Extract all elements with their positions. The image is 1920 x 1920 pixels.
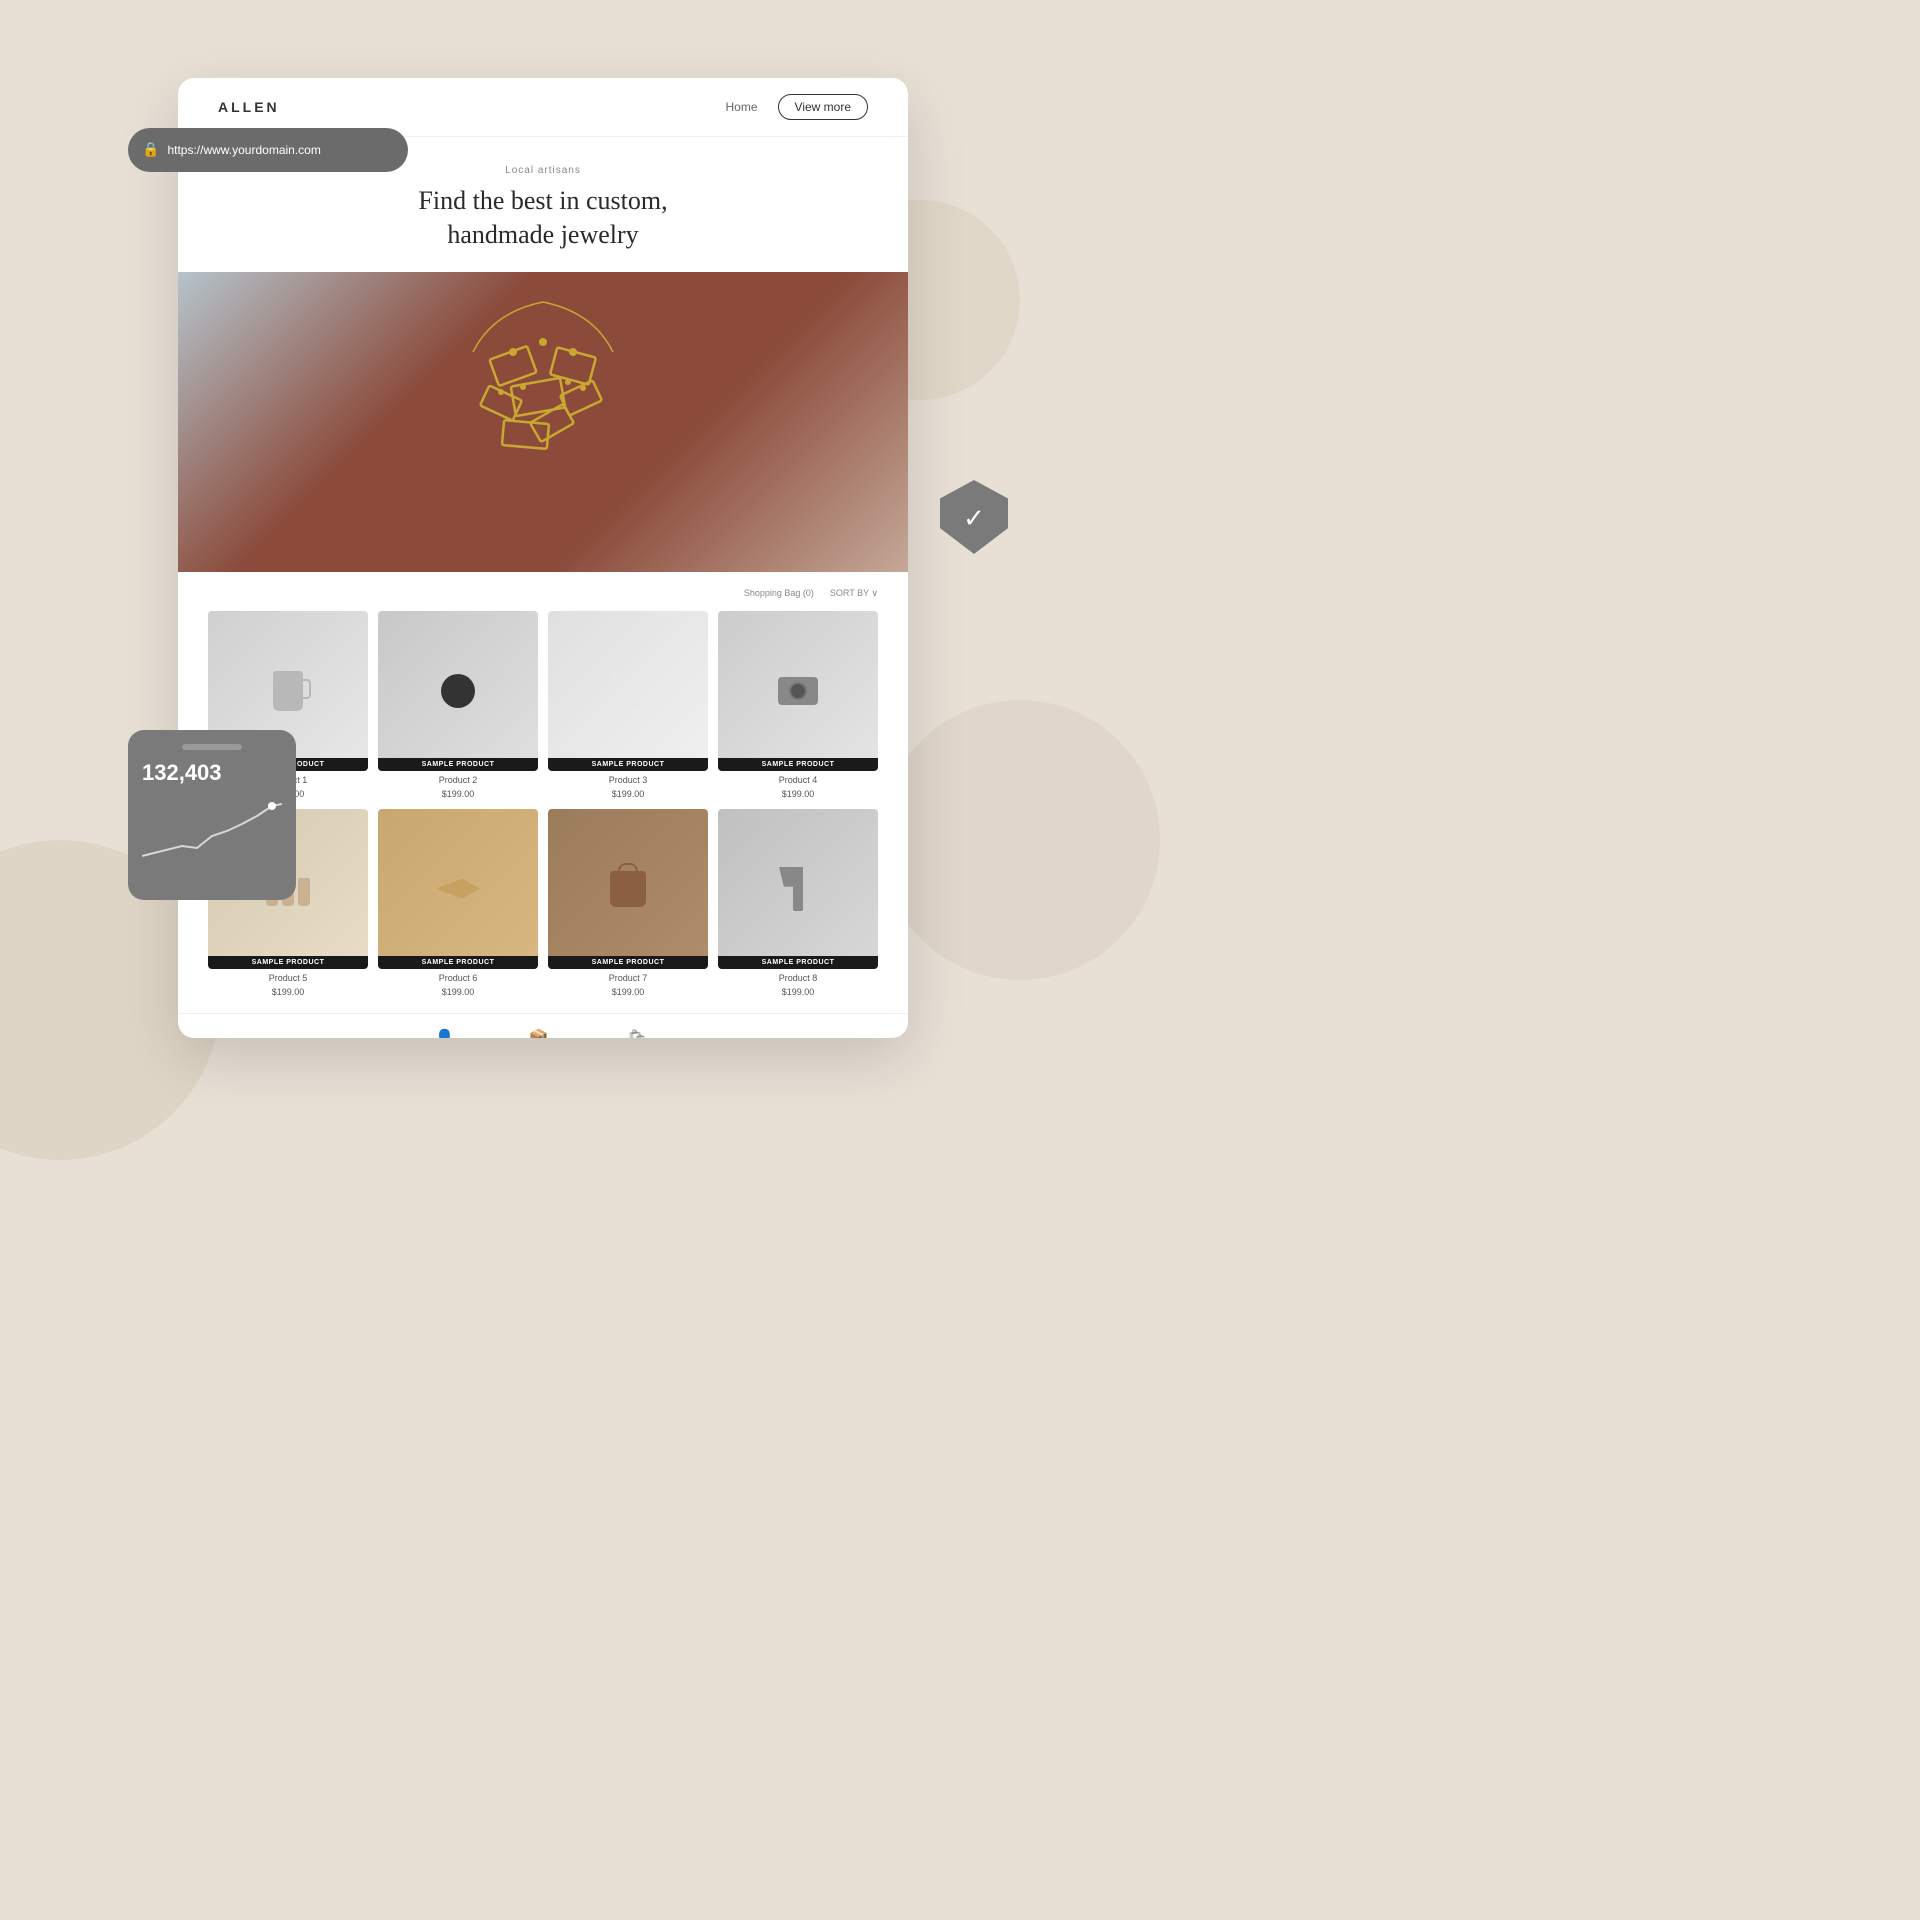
sample-badge-3: SAMPLE PRODUCT — [548, 758, 708, 771]
nav-logo: ALLEN — [218, 99, 280, 115]
hero-title: Find the best in custom, handmade jewelr… — [218, 184, 868, 252]
product-name-5: Product 5 — [208, 973, 368, 983]
sample-badge-7: SAMPLE PRODUCT — [548, 956, 708, 969]
hero-title-line1: Find the best in custom, — [418, 186, 667, 215]
sample-badge-4: SAMPLE PRODUCT — [718, 758, 878, 771]
product-image-8: SAMPLE PRODUCT — [718, 809, 878, 969]
cup-3 — [298, 878, 310, 906]
analytics-top-bar — [182, 744, 242, 750]
camera-icon — [778, 677, 818, 705]
sample-badge-2: SAMPLE PRODUCT — [378, 758, 538, 771]
bg-shape-right — [880, 700, 1160, 980]
bottom-nav-orders[interactable]: 📦 Track Orders — [515, 1028, 561, 1038]
hero-image — [178, 272, 908, 572]
jewelry-svg — [413, 292, 673, 552]
product-name-8: Product 8 — [718, 973, 878, 983]
cup-icon — [273, 671, 303, 711]
product-name-4: Product 4 — [718, 775, 878, 785]
nav-right: Home View more — [726, 94, 868, 120]
product-price-2: $199.00 — [378, 789, 538, 799]
shopping-bag-label: Shopping Bag (0) — [744, 588, 814, 599]
check-icon: ✓ — [963, 504, 985, 534]
product-name-7: Product 7 — [548, 973, 708, 983]
product-image-4: SAMPLE PRODUCT — [718, 611, 878, 771]
url-text: https://www.yourdomain.com — [167, 143, 320, 157]
bottom-nav-bag[interactable]: 🛍 Shopping Bag — [612, 1028, 662, 1038]
product-price-5: $199.00 — [208, 987, 368, 997]
product-card-4[interactable]: SAMPLE PRODUCT Product 4 $199.00 — [718, 611, 878, 799]
product-name-3: Product 3 — [548, 775, 708, 785]
product-image-3: SAMPLE PRODUCT — [548, 611, 708, 771]
product-card-2[interactable]: SAMPLE PRODUCT Product 2 $199.00 — [378, 611, 538, 799]
bottom-nav-account[interactable]: 👤 My Account — [424, 1028, 465, 1038]
products-header: Shopping Bag (0) SORT BY ∨ — [208, 588, 878, 599]
product-image-2: SAMPLE PRODUCT — [378, 611, 538, 771]
product-image-6: SAMPLE PRODUCT — [378, 809, 538, 969]
account-icon: 👤 — [435, 1028, 455, 1038]
plane-icon — [436, 879, 480, 899]
product-name-6: Product 6 — [378, 973, 538, 983]
product-price-6: $199.00 — [378, 987, 538, 997]
product-price-7: $199.00 — [548, 987, 708, 997]
sort-by-label[interactable]: SORT BY ∨ — [830, 588, 878, 599]
hero-title-line2: handmade jewelry — [447, 220, 638, 249]
sample-badge-6: SAMPLE PRODUCT — [378, 956, 538, 969]
product-card-8[interactable]: SAMPLE PRODUCT Product 8 $199.00 — [718, 809, 878, 997]
shield-badge: ✓ — [940, 480, 1008, 554]
product-price-8: $199.00 — [718, 987, 878, 997]
mug-icon — [441, 674, 475, 708]
lamp-icon — [793, 867, 803, 911]
product-image-7: SAMPLE PRODUCT — [548, 809, 708, 969]
orders-icon: 📦 — [529, 1028, 549, 1038]
products-grid: SAMPLE PRODUCT Product 1 $199.00 SAMPLE … — [208, 611, 878, 997]
sample-badge-8: SAMPLE PRODUCT — [718, 956, 878, 969]
product-name-2: Product 2 — [378, 775, 538, 785]
product-card-7[interactable]: SAMPLE PRODUCT Product 7 $199.00 — [548, 809, 708, 997]
analytics-card: 132,403 — [128, 730, 296, 900]
chart-area — [142, 796, 282, 866]
bag-icon — [610, 871, 646, 907]
view-more-button[interactable]: View more — [778, 94, 868, 120]
bottom-nav: 👤 My Account 📦 Track Orders 🛍 Shopping B… — [178, 1013, 908, 1038]
product-price-4: $199.00 — [718, 789, 878, 799]
analytics-number: 132,403 — [142, 760, 282, 786]
lock-icon: 🔒 — [142, 142, 159, 159]
product-card-6[interactable]: SAMPLE PRODUCT Product 6 $199.00 — [378, 809, 538, 997]
address-bar[interactable]: 🔒 https://www.yourdomain.com — [128, 128, 408, 172]
nav-home-link[interactable]: Home — [726, 100, 758, 114]
sample-badge-5: SAMPLE PRODUCT — [208, 956, 368, 969]
product-price-3: $199.00 — [548, 789, 708, 799]
product-card-3[interactable]: SAMPLE PRODUCT Product 3 $199.00 — [548, 611, 708, 799]
shirt-icon — [609, 673, 647, 709]
bag-icon-nav: 🛍 — [627, 1028, 647, 1038]
